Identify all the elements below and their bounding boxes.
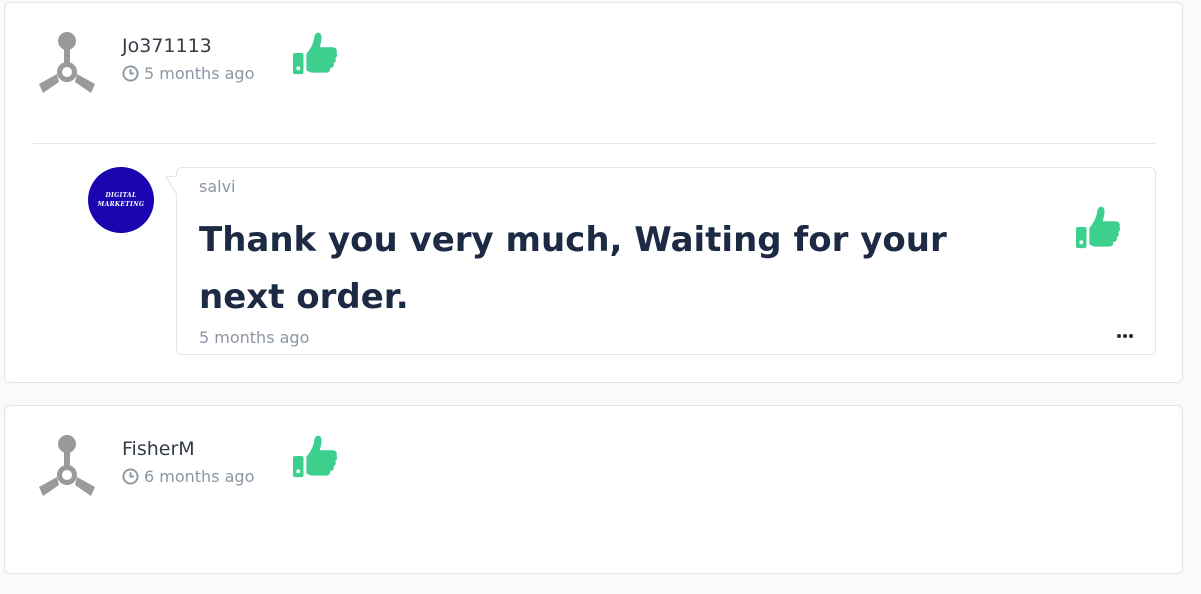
more-dots-icon xyxy=(1123,334,1127,338)
user-placeholder-icon xyxy=(39,435,95,496)
review-time-text: 6 months ago xyxy=(144,467,255,486)
reply-author[interactable]: salvi xyxy=(199,177,236,196)
more-options-button[interactable] xyxy=(1113,328,1137,344)
clock-icon xyxy=(122,65,139,82)
reply-notch-inner xyxy=(167,177,178,195)
review-card: Jo371113 5 months ago DIGITAL MARKETING … xyxy=(4,2,1183,383)
thumbs-up-icon[interactable] xyxy=(292,433,338,479)
seller-avatar-line-1: DIGITAL xyxy=(105,192,137,199)
seller-avatar[interactable]: DIGITAL MARKETING xyxy=(88,167,154,233)
user-placeholder-icon xyxy=(39,32,95,93)
reply-time: 5 months ago xyxy=(199,328,310,347)
seller-avatar-line-2: MARKETING xyxy=(97,201,145,208)
thumbs-up-icon[interactable] xyxy=(1075,204,1121,250)
review-time-text: 5 months ago xyxy=(144,64,255,83)
review-time: 6 months ago xyxy=(122,467,254,486)
seller-reply: salvi Thank you very much, Waiting for y… xyxy=(165,167,1156,355)
divider xyxy=(33,143,1155,144)
review-time: 5 months ago xyxy=(122,64,254,83)
clock-icon xyxy=(122,468,139,485)
reviewer-name[interactable]: FisherM xyxy=(122,438,195,460)
review-card: FisherM 6 months ago xyxy=(4,405,1183,574)
more-dots-icon xyxy=(1129,334,1133,338)
reply-text: Thank you very much, Waiting for your ne… xyxy=(199,220,947,317)
reviewer-name[interactable]: Jo371113 xyxy=(122,35,212,57)
more-dots-icon xyxy=(1117,334,1121,338)
thumbs-up-icon[interactable] xyxy=(292,30,338,76)
